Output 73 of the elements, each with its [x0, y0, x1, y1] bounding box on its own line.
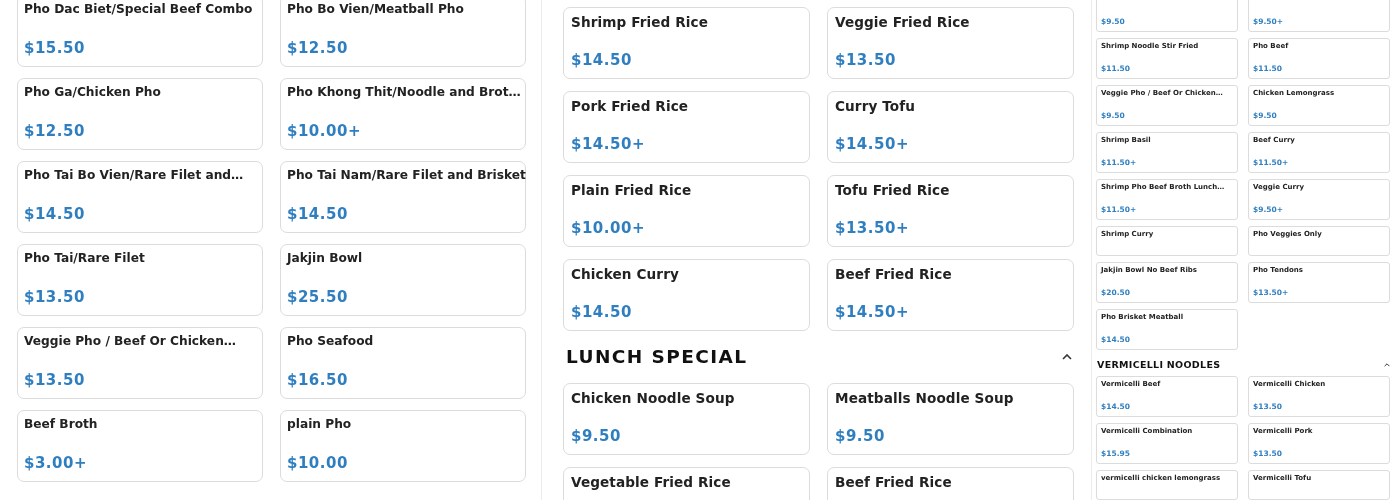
menu-item-card[interactable]: Beef Fried Rice $14.50+ — [827, 259, 1074, 331]
caret-icon[interactable] — [1384, 362, 1390, 367]
menu-item-card[interactable]: Pork Fried Rice $14.50+ — [563, 91, 810, 163]
menu-item-card[interactable]: Plain Fried Rice $10.00+ — [563, 175, 810, 247]
menu-item-card[interactable]: Shrimp Fried Rice $14.50 — [563, 7, 810, 79]
item-price: $14.50 — [571, 51, 633, 69]
item-name: Beef Broth — [24, 417, 99, 431]
item-price: $12.50 — [287, 39, 349, 57]
item-name: plain Pho — [287, 417, 353, 431]
item-name: Pho Tai Bo Vien/Rare Filet and… — [24, 168, 245, 182]
item-name: Pho Khong Thit/Noodle and Brot… — [287, 85, 522, 99]
menu-item-card[interactable]: plain Pho $10.00 — [280, 410, 526, 482]
item-price: $14.50+ — [835, 135, 910, 153]
item-name: Jakjin Bowl — [287, 251, 364, 265]
item-name: Beef Fried Rice — [835, 266, 953, 282]
menu-item-card[interactable]: Pho Khong Thit/Noodle and Brot… $10.00+ — [280, 78, 526, 150]
menu-item-card[interactable]: Pho Tai Nam/Rare Filet and Brisket $14.50 — [280, 161, 526, 233]
menu-item-card[interactable]: Pho Tai Bo Vien/Rare Filet and… $14.50 — [17, 161, 263, 233]
menu-item-card[interactable]: Veggie Fried Rice $13.50 — [827, 7, 1074, 79]
item-price: $14.50 — [24, 205, 86, 223]
item-name: Pork Fried Rice — [571, 98, 690, 114]
item-name: Chicken Noodle Soup — [571, 390, 736, 406]
item-name: Chicken Curry — [571, 266, 680, 282]
menu-item-card[interactable]: Beef Fried Rice — [827, 467, 1074, 500]
item-price: $10.00+ — [287, 122, 362, 140]
item-price: $25.50 — [287, 288, 349, 306]
item-price: $12.50 — [24, 122, 86, 140]
section-title: VERMICELLI NOODLES — [1097, 359, 1221, 370]
menu-item-card[interactable]: Pho Tai/Rare Filet $13.50 — [17, 244, 263, 316]
menu-item-card[interactable]: Tofu Fried Rice $13.50+ — [827, 175, 1074, 247]
menu-item-card[interactable]: Meatballs Noodle Soup $9.50 — [827, 383, 1074, 455]
item-price: $16.50 — [287, 371, 349, 389]
item-price: $13.50+ — [835, 219, 910, 237]
item-name: Pho Tai/Rare Filet — [24, 251, 146, 265]
item-name: Tofu Fried Rice — [835, 182, 951, 198]
item-name: Pho Bo Vien/Meatball Pho — [287, 2, 465, 16]
menu-item-card[interactable]: Pho Dac Biet/Special Beef Combo $15.50 — [17, 0, 263, 67]
item-name: Veggie Fried Rice — [835, 14, 971, 30]
item-price: $14.50+ — [571, 135, 646, 153]
menu-item-card[interactable]: Pho Ga/Chicken Pho $12.50 — [17, 78, 263, 150]
item-name: Shrimp Fried Rice — [571, 14, 710, 30]
item-name: Curry Tofu — [835, 98, 917, 114]
caret-icon[interactable] — [1062, 353, 1072, 360]
item-price: $13.50 — [24, 288, 86, 306]
item-price: $3.00+ — [24, 454, 88, 472]
item-price: $10.00+ — [571, 219, 646, 237]
item-price: $10.00 — [287, 454, 349, 472]
menu-item-card[interactable]: Chicken Noodle Soup $9.50 — [563, 383, 810, 455]
item-name: Meatballs Noodle Soup — [835, 390, 1015, 406]
item-name: Pho Ga/Chicken Pho — [24, 85, 162, 99]
item-name: Beef Fried Rice — [835, 474, 953, 490]
menu-item-card[interactable]: Chicken Curry $14.50 — [563, 259, 810, 331]
item-price: $13.50 — [24, 371, 86, 389]
item-price: $9.50 — [571, 427, 622, 445]
menu-item-card[interactable]: Vegetable Fried Rice — [563, 467, 810, 500]
menu-item-card[interactable]: Pho Bo Vien/Meatball Pho $12.50 — [280, 0, 526, 67]
item-name: Pho Dac Biet/Special Beef Combo — [24, 2, 254, 16]
section-title: LUNCH SPECIAL — [566, 346, 748, 367]
item-price: $14.50 — [571, 303, 633, 321]
item-name: Veggie Pho / Beef Or Chicken… — [24, 334, 237, 348]
item-name: Plain Fried Rice — [571, 182, 693, 198]
item-price: $14.50+ — [835, 303, 910, 321]
item-price: $14.50 — [287, 205, 349, 223]
menu-item-card[interactable]: Veggie Pho / Beef Or Chicken… $13.50 — [17, 327, 263, 399]
menu-item-card[interactable]: Jakjin Bowl $25.50 — [280, 244, 526, 316]
item-price: $9.50 — [835, 427, 886, 445]
menu-item-card[interactable]: Beef Broth $3.00+ — [17, 410, 263, 482]
menu-item-card[interactable]: Pho Seafood $16.50 — [280, 327, 526, 399]
item-name: Vegetable Fried Rice — [571, 474, 732, 490]
menu-item-card[interactable]: Curry Tofu $14.50+ — [827, 91, 1074, 163]
item-price: $15.50 — [24, 39, 86, 57]
item-name: Pho Seafood — [287, 334, 375, 348]
item-price: $13.50 — [835, 51, 897, 69]
